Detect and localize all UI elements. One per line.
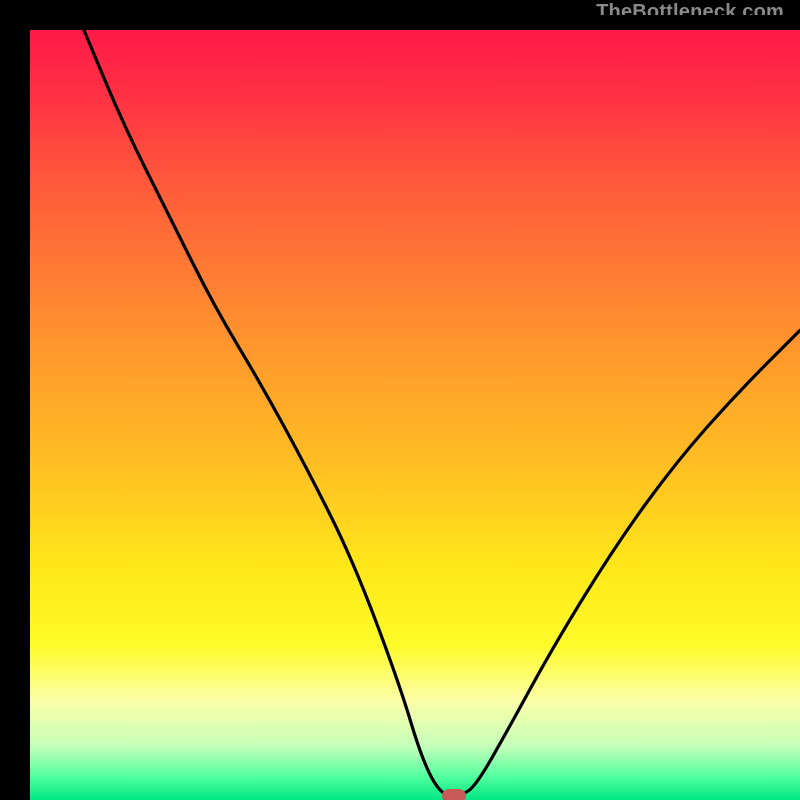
chart-frame [15,15,785,785]
plot-area [30,30,800,800]
minimum-marker [442,789,466,800]
bottleneck-curve [30,30,800,800]
